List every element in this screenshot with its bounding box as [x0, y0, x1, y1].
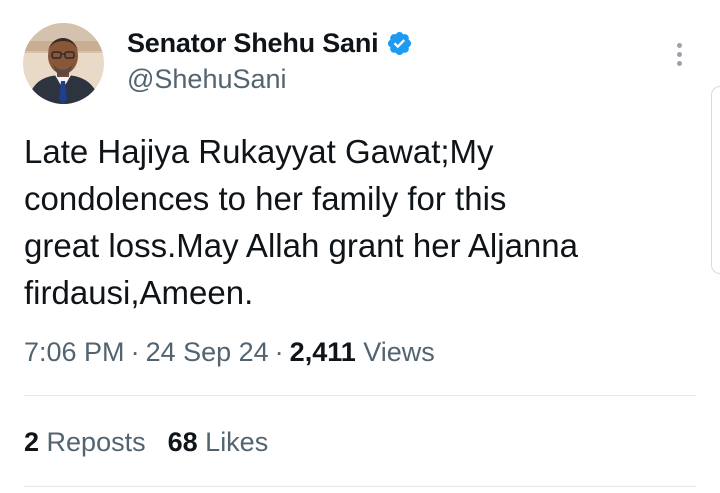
tweet-card: Senator Shehu Sani @ShehuSani Late Hajiy…: [0, 0, 720, 493]
tweet-text: Late Hajiya Rukayyat Gawat;My condolence…: [24, 133, 578, 311]
avatar[interactable]: [23, 23, 104, 104]
divider: [24, 486, 696, 487]
likes-count: 68: [167, 427, 198, 457]
author-name-row[interactable]: Senator Shehu Sani: [127, 27, 413, 59]
reposts-label: Reposts: [46, 427, 146, 457]
meta-separator: ·: [274, 337, 284, 367]
tweet-meta: 7:06 PM · 24 Sep 24 · 2,411 Views: [24, 334, 435, 370]
likes-label: Likes: [205, 427, 269, 457]
divider: [24, 395, 696, 396]
reposts-stat[interactable]: 2 Reposts: [24, 427, 146, 457]
tweet-date[interactable]: 24 Sep 24: [146, 337, 269, 367]
meta-separator: ·: [130, 337, 140, 367]
display-name[interactable]: Senator Shehu Sani: [127, 27, 379, 59]
author-handle[interactable]: @ShehuSani: [127, 63, 287, 95]
likes-stat[interactable]: 68 Likes: [168, 427, 269, 457]
engagement-stats: 2 Reposts 68 Likes: [24, 424, 268, 460]
views-label: Views: [363, 337, 435, 367]
side-panel-edge: [711, 86, 720, 274]
tweet-time[interactable]: 7:06 PM: [24, 337, 125, 367]
more-vertical-icon[interactable]: [669, 40, 691, 70]
views-count: 2,411: [289, 337, 356, 367]
reposts-count: 2: [24, 427, 40, 457]
verified-badge-icon: [388, 31, 412, 55]
avatar-photo: [23, 23, 104, 104]
